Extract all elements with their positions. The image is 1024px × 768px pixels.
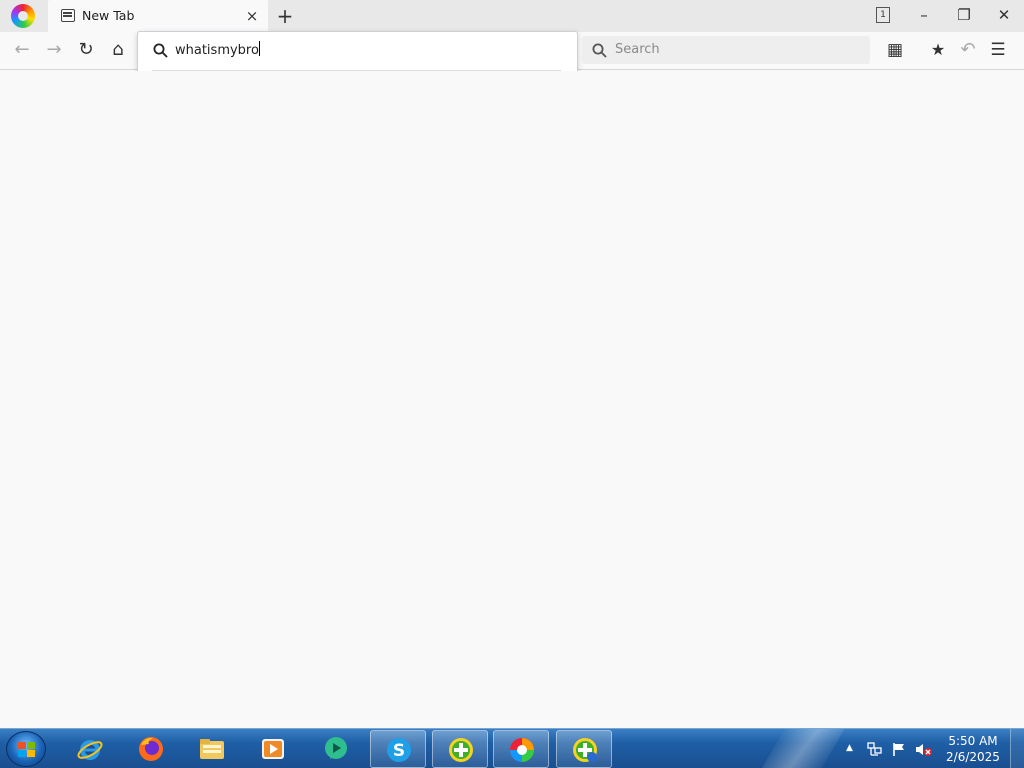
tab-strip: New Tab × + 1 – ❐ ✕: [0, 0, 1024, 32]
search-icon: [592, 43, 607, 58]
skype-icon: S: [387, 738, 411, 762]
internet-explorer-icon: [77, 740, 103, 760]
taskbar-media-player[interactable]: [245, 730, 301, 768]
taskbar-firefox[interactable]: [123, 730, 179, 768]
folder-icon: [200, 739, 224, 759]
tab-new-tab[interactable]: New Tab ×: [48, 0, 268, 32]
bookmarks-button[interactable]: ★: [922, 32, 954, 68]
taskbar-skype[interactable]: S: [370, 730, 426, 768]
volume-muted-icon[interactable]: [915, 742, 933, 757]
search-field[interactable]: Search: [582, 36, 870, 64]
close-window-button[interactable]: ✕: [984, 0, 1024, 30]
address-input-value: whatismybro: [175, 43, 259, 58]
show-desktop-button[interactable]: [1010, 729, 1024, 768]
tab-title: New Tab: [82, 8, 135, 23]
taskbar-browser[interactable]: [493, 730, 549, 768]
minimize-button[interactable]: –: [904, 0, 944, 30]
green-plus-icon: [449, 738, 473, 762]
page-content: [0, 71, 1024, 728]
chat-app-icon: [325, 737, 347, 759]
show-hidden-icons-button[interactable]: ▲: [846, 743, 853, 753]
taskbar-file-explorer[interactable]: [184, 730, 240, 768]
search-icon: [153, 43, 168, 58]
undo-close-tab-button[interactable]: ↶: [952, 32, 984, 68]
tabs-count-icon[interactable]: 1: [876, 7, 890, 23]
taskbar-internet-explorer[interactable]: [62, 730, 118, 768]
windows-logo-icon: [18, 742, 36, 758]
taskbar-chat-app[interactable]: [308, 730, 364, 768]
new-tab-page-icon: [61, 9, 75, 22]
browser-icon: [510, 738, 534, 762]
network-icon[interactable]: [867, 742, 883, 757]
tab-close-icon[interactable]: ×: [244, 8, 260, 24]
main-menu-button[interactable]: ☰: [982, 32, 1014, 68]
tiles-button[interactable]: ▦: [879, 32, 911, 68]
address-input[interactable]: whatismybro: [175, 41, 260, 58]
new-tab-button[interactable]: +: [274, 4, 296, 28]
taskbar: S ▲ 5:50 AM 2/6/2025: [0, 728, 1024, 768]
start-button[interactable]: [6, 731, 46, 767]
firefox-icon: [139, 737, 163, 761]
clock-date[interactable]: 2/6/2025: [946, 750, 1000, 764]
taskbar-green-plus-app-2[interactable]: [556, 730, 612, 768]
svg-text:S: S: [393, 741, 405, 761]
action-center-flag-icon[interactable]: [892, 742, 906, 757]
forward-button[interactable]: →: [38, 32, 70, 68]
reload-button[interactable]: ↻: [70, 32, 102, 68]
media-player-icon: [262, 739, 284, 759]
clock-time[interactable]: 5:50 AM: [946, 734, 1000, 748]
search-placeholder: Search: [615, 42, 660, 57]
browser-logo-icon[interactable]: [11, 4, 35, 28]
green-plus-icon: [573, 738, 597, 762]
home-button[interactable]: ⌂: [102, 32, 134, 68]
text-caret: [258, 41, 260, 56]
taskbar-green-plus-app[interactable]: [432, 730, 488, 768]
back-button[interactable]: ←: [6, 32, 38, 68]
restore-button[interactable]: ❐: [944, 0, 984, 30]
